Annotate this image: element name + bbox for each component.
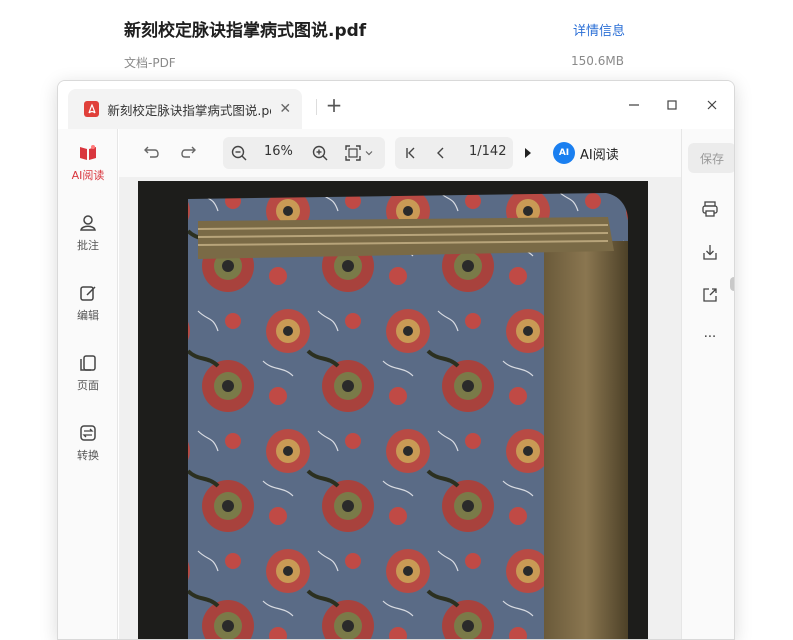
sidebar-item-pages[interactable]: 页面 <box>58 353 118 409</box>
previous-page-button[interactable] <box>431 143 451 163</box>
tab-separator <box>316 99 317 115</box>
sidebar-item-annotate[interactable]: 批注 <box>58 213 118 269</box>
undo-icon <box>144 146 159 158</box>
chevron-down-icon <box>365 151 373 156</box>
next-page-button[interactable] <box>521 143 535 163</box>
first-page-button[interactable] <box>401 143 421 163</box>
zoom-out-icon <box>231 145 247 161</box>
file-size: 150.6MB <box>571 54 624 68</box>
viewer-toolbar: 16% 1/142 AI AI阅读 ··· <box>119 129 719 177</box>
maximize-button[interactable] <box>662 95 682 115</box>
right-sidebar: 保存 ··· <box>681 129 734 639</box>
minimize-button[interactable] <box>624 95 644 115</box>
maximize-icon <box>667 100 677 110</box>
fit-page-icon <box>345 145 361 161</box>
sidebar-item-ai-read[interactable]: AI阅读 <box>58 143 118 199</box>
vertical-scrollbar-thumb[interactable] <box>730 277 734 291</box>
chevron-left-icon <box>437 147 444 159</box>
fit-options-dropdown[interactable] <box>363 143 375 163</box>
redo-icon <box>181 146 196 158</box>
detail-info-link[interactable]: 详情信息 <box>573 20 625 39</box>
zoom-level[interactable]: 16% <box>264 144 293 159</box>
close-icon <box>707 100 717 110</box>
save-button[interactable]: 保存 <box>688 143 734 173</box>
file-type: 文档-PDF <box>124 56 176 70</box>
document-tab[interactable]: 新刻校定脉诀指掌病式图说.pdf ✕ <box>68 89 302 129</box>
pdf-file-icon <box>84 101 100 117</box>
ai-read-icon <box>80 145 96 160</box>
fit-page-button[interactable] <box>343 143 363 163</box>
annotate-icon <box>80 215 96 231</box>
print-icon <box>702 201 718 217</box>
book-cover-image <box>138 181 648 639</box>
zoom-out-button[interactable] <box>229 143 249 163</box>
redo-button[interactable] <box>179 143 199 163</box>
pdf-viewer-window: 新刻校定脉诀指掌病式图说.pdf ✕ + AI阅读 批注 编辑 页面 转换 16… <box>57 80 735 640</box>
pdf-page-cover-image <box>138 181 648 639</box>
new-tab-button[interactable]: + <box>324 95 344 115</box>
first-page-icon <box>406 147 415 159</box>
left-sidebar: AI阅读 批注 编辑 页面 转换 <box>58 129 118 639</box>
file-header: 新刻校定脉诀指掌病式图说.pdf 详情信息 文档-PDF 150.6MB <box>0 0 793 80</box>
print-button[interactable] <box>700 199 720 219</box>
sidebar-item-convert[interactable]: 转换 <box>58 423 118 479</box>
sidebar-item-edit[interactable]: 编辑 <box>58 283 118 339</box>
download-icon <box>703 245 717 260</box>
file-title: 新刻校定脉诀指掌病式图说.pdf <box>124 21 367 41</box>
edit-icon <box>80 286 96 301</box>
ai-read-button[interactable]: AI AI阅读 <box>553 140 619 166</box>
title-bar: 新刻校定脉诀指掌病式图说.pdf ✕ + <box>58 81 734 129</box>
minimize-icon <box>629 104 639 106</box>
zoom-in-button[interactable] <box>310 143 330 163</box>
page-indicator[interactable]: 1/142 <box>469 144 506 159</box>
document-canvas[interactable] <box>119 177 734 639</box>
close-window-button[interactable] <box>702 95 722 115</box>
convert-icon <box>80 425 96 441</box>
share-button[interactable] <box>700 285 720 305</box>
undo-button[interactable] <box>141 143 161 163</box>
ai-logo-icon: AI <box>553 142 575 164</box>
share-external-icon <box>703 288 717 302</box>
zoom-in-icon <box>312 145 328 161</box>
pages-icon <box>80 355 96 371</box>
right-more-button[interactable]: ··· <box>700 327 720 347</box>
download-button[interactable] <box>700 242 720 262</box>
tab-title: 新刻校定脉诀指掌病式图说.pdf <box>107 102 271 118</box>
tab-close-icon[interactable]: ✕ <box>279 101 292 117</box>
play-right-icon <box>525 148 531 158</box>
